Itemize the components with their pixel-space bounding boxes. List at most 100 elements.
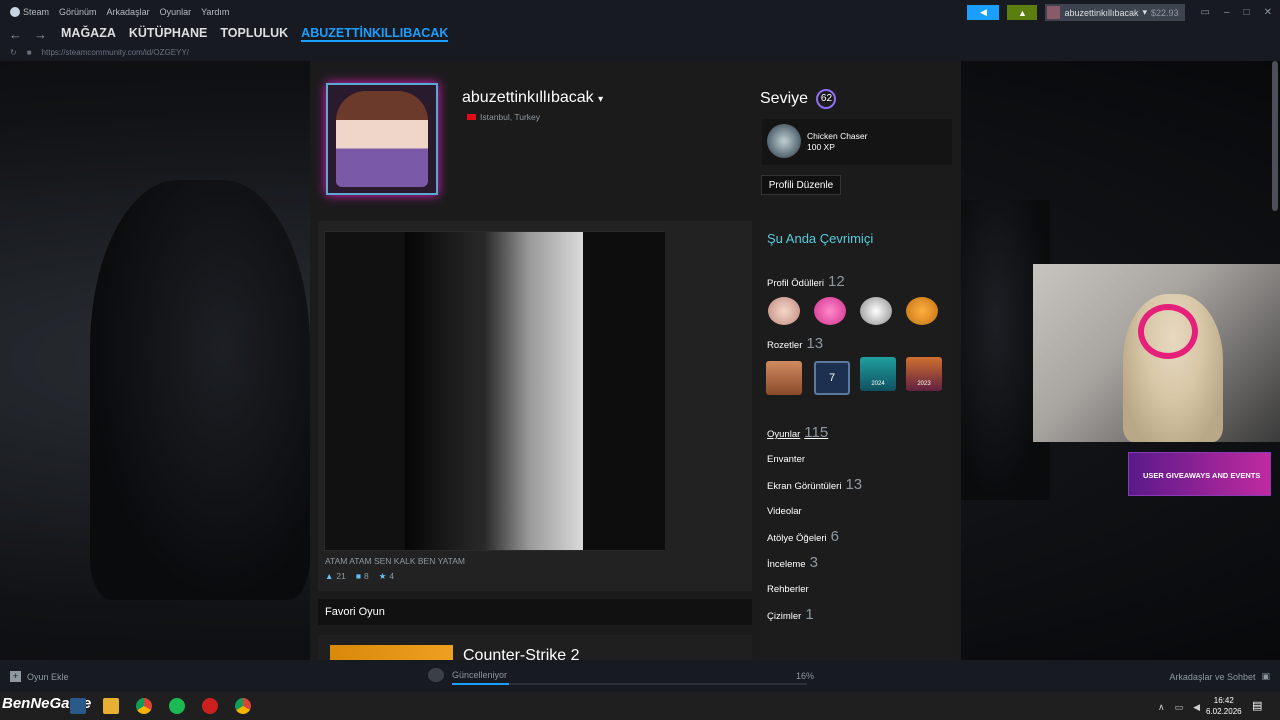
sidebar-item-inventory[interactable]: Envanter [767,454,805,465]
minimize-icon[interactable]: – [1224,7,1230,18]
featured-badge[interactable]: Chicken Chaser 100 XP [762,119,952,165]
steam-2024-badge-icon[interactable]: 2024 [860,357,896,391]
awards-count: ★ 4 [378,571,395,581]
hand-award-icon[interactable] [906,297,938,325]
big-picture-icon[interactable]: ▭ [1201,7,1210,18]
clock-time: 16:42 [1213,696,1234,705]
chevron-up-icon[interactable]: ∧ [1158,702,1165,713]
sidebar-item-reviews[interactable]: İnceleme 3 [767,554,818,571]
profile-location: Istanbul, Turkey [467,112,540,122]
badge-name: Chicken Chaser [807,131,868,141]
likes-count: ▲ 21 [325,571,346,581]
view-menu-item[interactable]: Görünüm [59,7,97,17]
thumbs-up-icon: ▲ [325,571,334,581]
spotify-icon[interactable] [169,698,185,714]
friends-menu-item[interactable]: Arkadaşlar [107,7,150,17]
steam-menu-item[interactable]: Steam [10,7,49,18]
add-game-button[interactable]: + Oyun Ekle [10,671,69,682]
url-bar: ↻ ■ https://steamcommunity.com/id/OZGEYY… [0,44,1280,61]
heart-award-icon[interactable] [814,297,846,325]
steam-2023-badge-icon[interactable]: 2023 [906,357,942,391]
tab-library[interactable]: KÜTÜPHANE [129,26,207,42]
artwork-title[interactable]: ATAM ATAM SEN KALK BEN YATAM [325,556,465,566]
account-avatar [1047,6,1061,19]
sidebar-item-workshop[interactable]: Atölye Öğeleri 6 [767,528,839,545]
turkey-flag-icon [467,114,476,120]
steam-taskbar-icon[interactable] [70,698,86,714]
comments-count: ■ 8 [355,571,369,581]
artwork-showcase: ATAM ATAM SEN KALK BEN YATAM ▲ 21 ■ 8 ★ 4 [318,221,752,591]
taskbar-clock[interactable]: 16:42 6.02.2026 [1206,695,1242,717]
obs-icon[interactable] [202,698,218,714]
broadcast-button[interactable]: ◀ [967,5,1000,20]
favorite-game-title[interactable]: Counter-Strike 2 [463,647,580,660]
clock-date: 6.02.2026 [1206,707,1242,716]
artwork-dark-panel-right [583,232,665,550]
award-icon: ★ [378,571,387,581]
level-badge[interactable]: 62 [816,89,837,109]
tab-profile[interactable]: ABUZETTİNKILLIBACAK [301,26,449,42]
profile-username[interactable]: abuzettinkıllıbacak ▾ [462,89,603,107]
account-name: abuzettinkıllıbacak [1064,7,1139,18]
profile-avatar[interactable] [326,83,438,195]
sidebar-item-guides[interactable]: Rehberler [767,584,809,595]
online-status: Şu Anda Çevrimiçi [767,231,874,246]
profile-level: Seviye 62 [760,89,837,109]
artwork-image[interactable] [324,231,665,551]
folder-icon[interactable] [103,698,119,714]
chevron-down-icon: ▾ [598,94,604,105]
brain-award-icon[interactable] [768,297,800,325]
arrow-right-icon[interactable]: → [34,27,47,42]
favorite-game-header: Favori Oyun [318,599,752,625]
artwork-dark-panel [325,232,405,550]
network-icon[interactable]: ▭ [1175,702,1184,713]
tab-community[interactable]: TOPLULUK [220,26,288,42]
pink-headset-icon [1138,304,1198,359]
volume-icon[interactable]: ◀ [1193,702,1200,713]
favorite-game[interactable]: Counter-Strike 2 [318,635,752,660]
badge-7-icon[interactable]: 7 [814,361,850,395]
chrome-icon-2[interactable] [235,698,251,714]
sidebar-item-profile-awards[interactable]: Profil Ödülleri 12 [767,273,845,290]
maximize-icon[interactable]: □ [1244,7,1250,18]
close-icon[interactable]: ✕ [1264,7,1272,18]
chicken-chaser-badge-icon [767,124,801,158]
wings-award-icon[interactable] [860,297,892,325]
refresh-icon[interactable]: ↻ [10,48,17,57]
sidebar-item-artwork[interactable]: Çizimler 1 [767,606,814,623]
profile-main: abuzettinkıllıbacak ▾ Istanbul, Turkey S… [310,61,961,660]
lock-icon: ■ [26,48,32,57]
avatar-image [336,91,428,187]
notifications-button[interactable]: ▲ [1007,5,1038,20]
webcam-overlay [1033,264,1280,442]
window-controls: ▭ – □ ✕ [1201,7,1272,18]
steam-titlebar: Steam Görünüm Arkadaşlar Oyunlar Yardım … [0,0,1280,24]
page-scrollbar[interactable] [1272,61,1278,211]
friends-chat-button[interactable]: Arkadaşlar ve Sohbet ▣ [1169,671,1270,682]
account-menu[interactable]: abuzettinkıllıbacak ▾ $22.93 [1045,4,1185,21]
url-text[interactable]: https://steamcommunity.com/id/OZGEYY/ [42,48,189,57]
sidebar-item-videos[interactable]: Videolar [767,506,802,517]
titlebar-right: ◀ ▲ abuzettinkıllıbacak ▾ $22.93 ▭ – □ ✕ [967,4,1272,21]
badge-1-icon[interactable] [766,361,802,395]
download-progress-bar [452,683,807,685]
taskbar-apps [70,698,251,714]
favorite-game-thumbnail[interactable] [330,645,453,660]
notification-center-icon[interactable]: ▤ [1252,699,1262,712]
wallet-balance: $22.93 [1151,7,1179,18]
sidebar-item-screenshots[interactable]: Ekran Görüntüleri 13 [767,476,862,493]
download-status-text: Güncelleniyor [452,670,508,680]
tab-store[interactable]: MAĞAZA [61,26,116,42]
nav-tabs: MAĞAZA KÜTÜPHANE TOPLULUK ABUZETTİNKILLI… [47,26,449,42]
arrow-left-icon[interactable]: ← [9,27,22,42]
help-menu-item[interactable]: Yardım [201,7,229,17]
sidebar-item-badges[interactable]: Rozetler 13 [767,335,823,352]
steam-navbar: ← → MAĞAZA KÜTÜPHANE TOPLULUK ABUZETTİNK… [0,24,1280,44]
sidebar-item-games[interactable]: Oyunlar 115 [767,424,828,441]
download-status[interactable]: Güncelleniyor [428,668,507,682]
download-percent: 16% [796,671,815,681]
chrome-icon[interactable] [136,698,152,714]
edit-profile-button[interactable]: Profili Düzenle [761,175,841,195]
giveaway-banner: USER GIVEAWAYS AND EVENTS [1128,452,1271,496]
games-menu-item[interactable]: Oyunlar [160,7,192,17]
